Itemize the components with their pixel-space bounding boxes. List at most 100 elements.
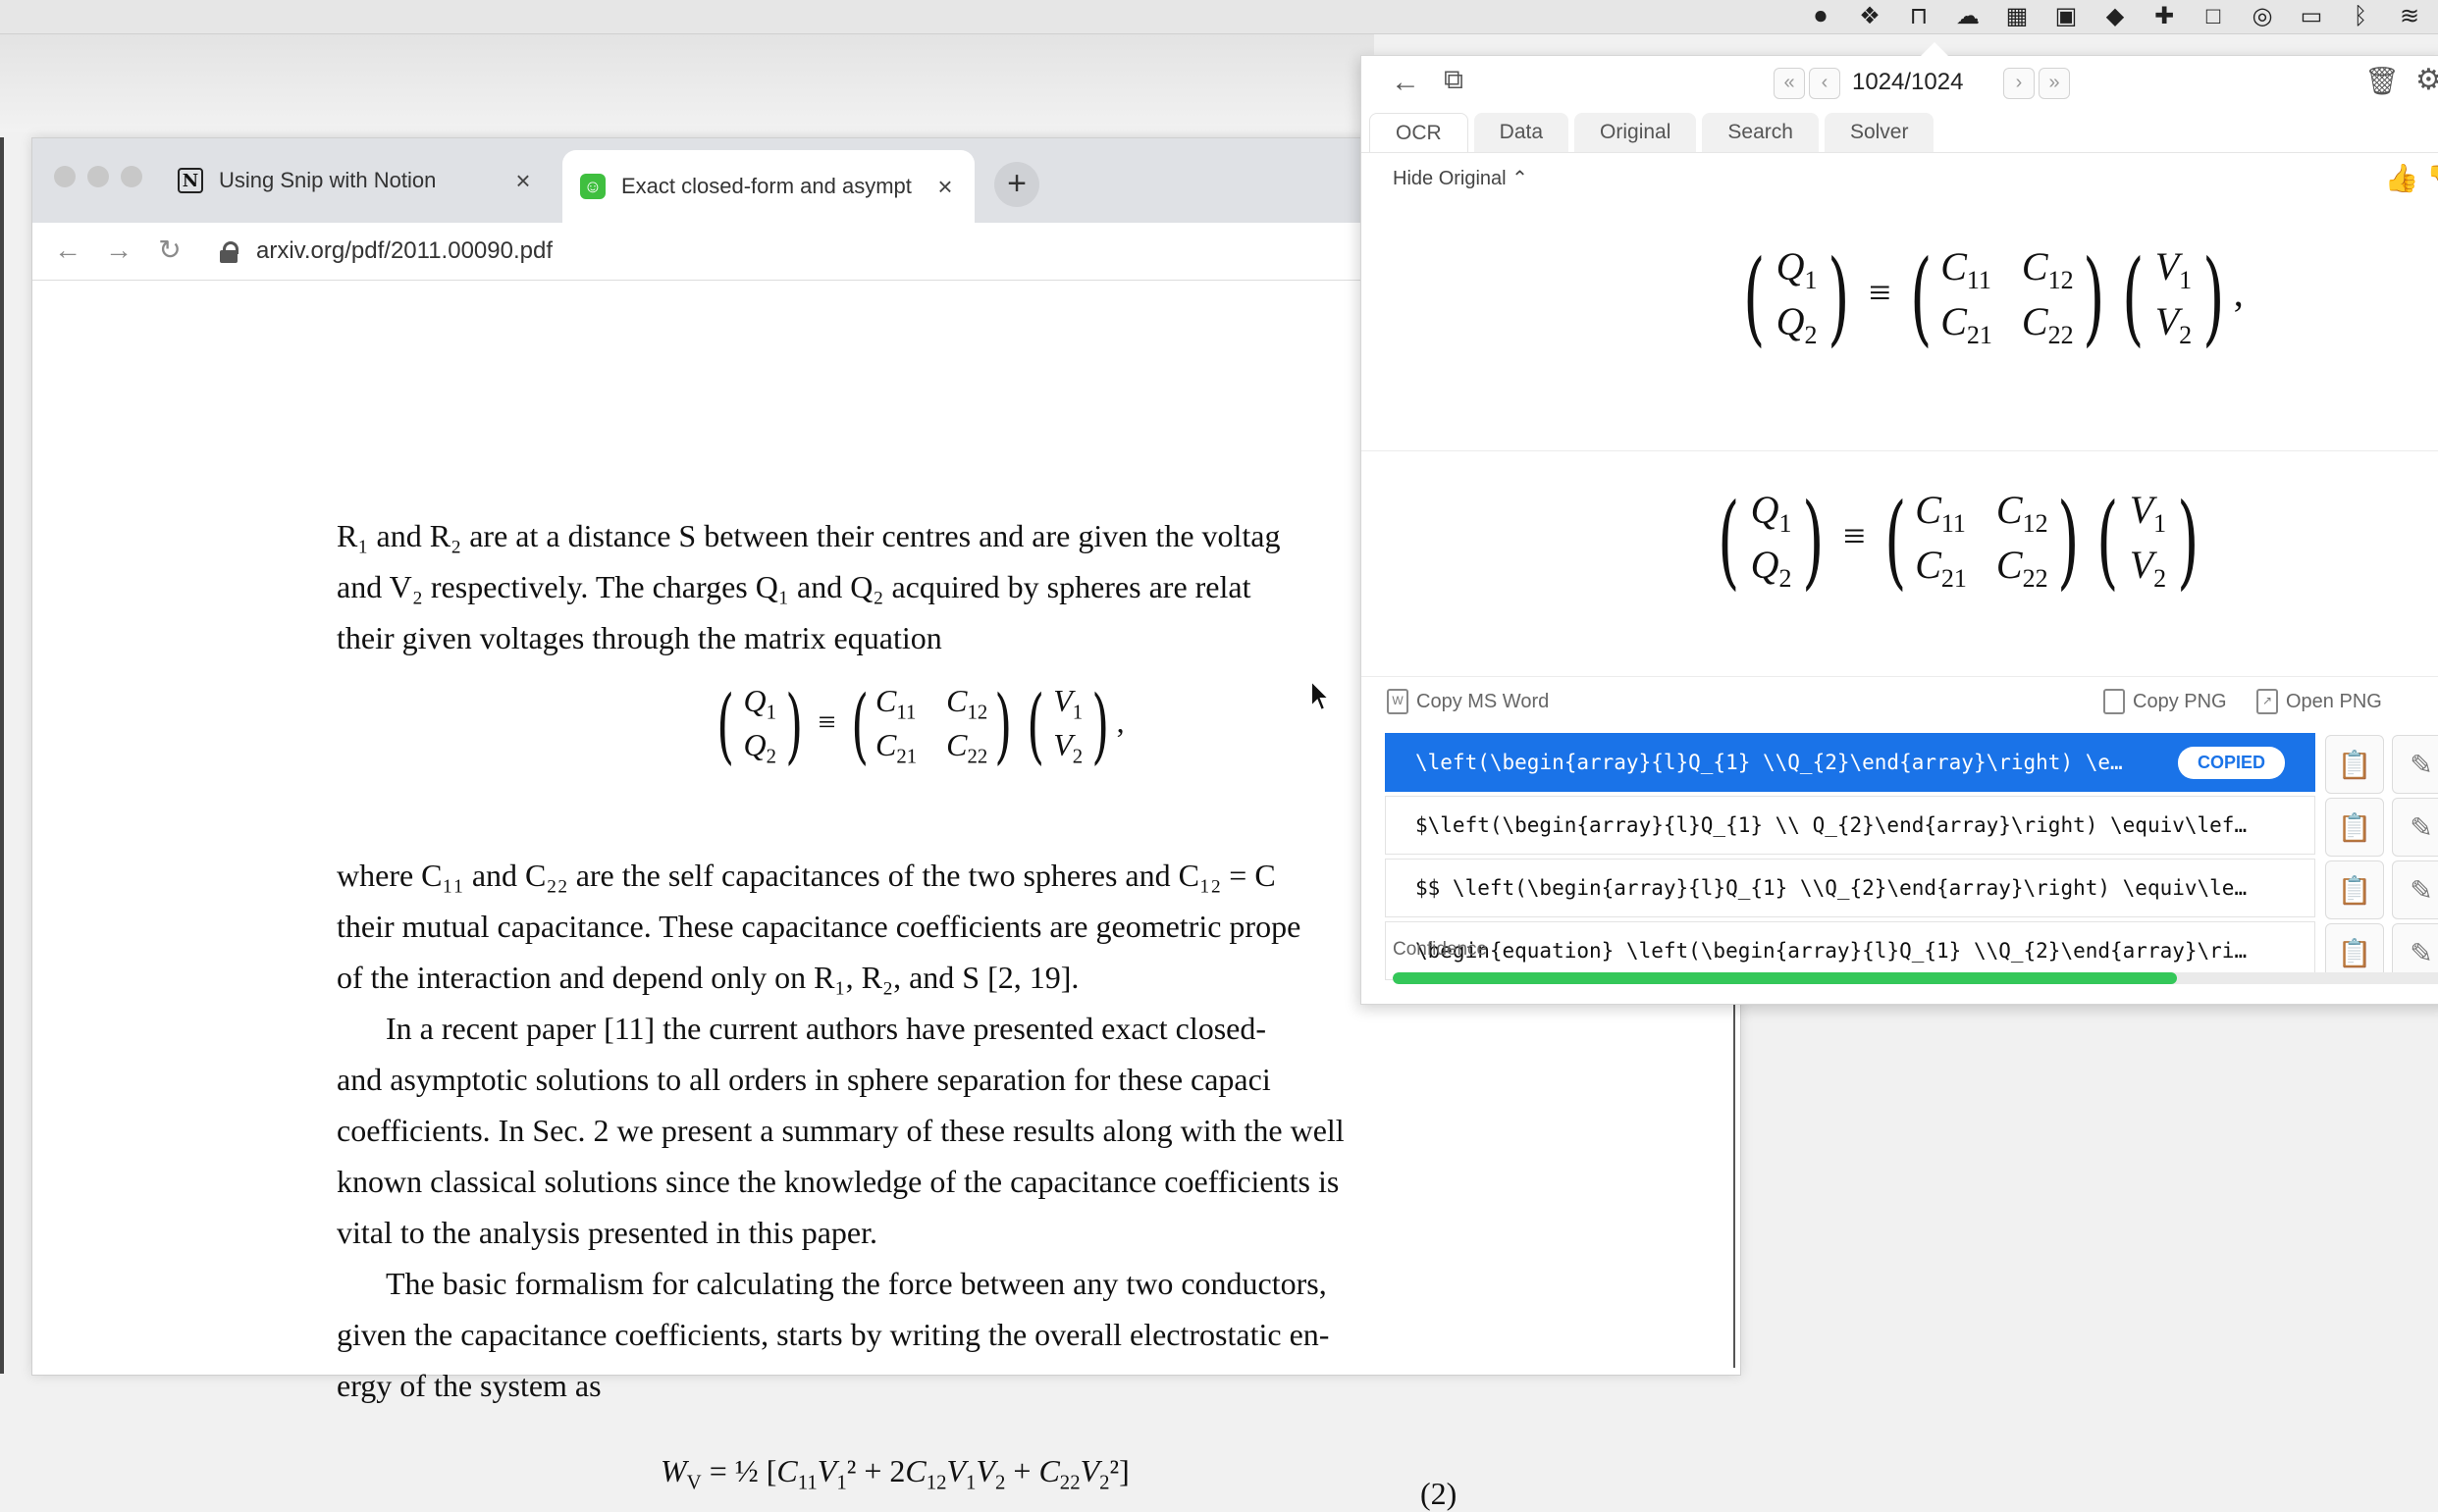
pdf-line: known classical solutions since the know… xyxy=(337,1164,1340,1199)
hide-original-toggle[interactable]: Hide Original ⌃ xyxy=(1393,166,1528,190)
first-page-button[interactable]: « xyxy=(1774,68,1805,99)
record-icon[interactable]: ⏺ xyxy=(1806,3,1835,30)
creative-cloud-icon[interactable]: ☁ xyxy=(1953,3,1983,30)
crop-icon[interactable]: ⧉ xyxy=(1444,66,1463,93)
result-row[interactable]: $\left(\begin{array}{l}Q_{1} \\ Q_{2}\en… xyxy=(1385,796,2315,855)
edit-icon[interactable]: ✎ xyxy=(2392,735,2438,794)
copy-icon[interactable]: 📋 xyxy=(2325,798,2384,857)
pdf-line: coefficients. In Sec. 2 we present a sum… xyxy=(337,1113,1345,1148)
page-border xyxy=(1733,1001,1735,1368)
confidence-label: Confidence xyxy=(1393,939,1488,960)
result-text: $$ \left(\begin{array}{l}Q_{1} \\Q_{2}\e… xyxy=(1415,876,2248,900)
result-row[interactable]: \left(\begin{array}{l}Q_{1} \\Q_{2}\end{… xyxy=(1385,733,2315,792)
export-actions: W Copy MS Word Copy PNG ↗ Open PNG xyxy=(1361,676,2438,724)
tab-data[interactable]: Data xyxy=(1473,113,1569,152)
window-icon[interactable]: □ xyxy=(2199,3,2228,30)
close-window-button[interactable] xyxy=(54,166,76,187)
lock-icon xyxy=(219,241,238,263)
tab-close-icon[interactable]: × xyxy=(933,172,957,202)
pdf-line: of the interaction and depend only on R₁… xyxy=(337,960,1080,995)
result-row[interactable]: \begin{equation} \left(\begin{array}{l}Q… xyxy=(1385,921,2315,980)
thumbs-up-icon[interactable]: 👍 xyxy=(2384,163,2418,193)
circle-app-icon[interactable]: ◎ xyxy=(2248,3,2277,30)
pdf-line: R₁ and R₂ are at a distance S between th… xyxy=(337,518,1281,553)
thumbs-down-icon[interactable]: 👎 xyxy=(2426,163,2438,193)
back-arrow-icon[interactable]: ← xyxy=(1391,68,1420,97)
gear-icon[interactable]: ⚙ xyxy=(2415,66,2438,95)
window-edge xyxy=(0,137,4,1374)
last-page-button[interactable]: » xyxy=(2039,68,2070,99)
tab-using-snip-with-notion[interactable]: N Using Snip with Notion × xyxy=(160,150,553,211)
hide-original-label: Hide Original xyxy=(1393,168,1507,189)
pdf-line: The basic formalism for calculating the … xyxy=(386,1266,1327,1301)
pdf-line: ergy of the system as xyxy=(337,1368,602,1403)
plus-app-icon[interactable]: ✚ xyxy=(2149,3,2179,30)
minimize-window-button[interactable] xyxy=(87,166,109,187)
tab-close-icon[interactable]: × xyxy=(511,166,535,196)
snip-toolbar: ← ⧉ « ‹ 1024/1024 › » 🗑 ⚙ xyxy=(1361,56,2438,109)
tab-original[interactable]: Original xyxy=(1574,113,1697,152)
trash-icon[interactable]: 🗑 xyxy=(2364,68,2400,95)
open-png-button[interactable]: ↗ Open PNG xyxy=(2256,689,2382,714)
next-page-button[interactable]: › xyxy=(2003,68,2035,99)
snip-menubar-icon[interactable]: ⊓ xyxy=(1904,3,1934,30)
tab-label: Exact closed-form and asympt xyxy=(621,174,912,198)
back-icon[interactable]: ← xyxy=(48,231,87,270)
copy-png-label: Copy PNG xyxy=(2133,690,2227,712)
original-equation-image: (Q1 Q2) ≡ (C11 C12 C21 C22)(V1 V2), xyxy=(1743,236,2244,357)
new-tab-button[interactable]: + xyxy=(994,162,1039,207)
desktop-background xyxy=(0,34,1374,132)
zoom-window-button[interactable] xyxy=(121,166,142,187)
notion-icon: N xyxy=(178,168,203,193)
rendered-latex-preview: (Q1 Q2) ≡ (C11 C12 C21 C22)(V1 V2) xyxy=(1361,450,2438,676)
tab-exact-closed-form[interactable]: ☺ Exact closed-form and asympt × xyxy=(562,150,975,223)
result-text: \left(\begin{array}{l}Q_{1} \\Q_{2}\end{… xyxy=(1415,751,2123,774)
grid-app-icon[interactable]: ▦ xyxy=(2002,3,2032,30)
menu-bar: ⏺ ❖ ⊓ ☁ ▦ ▣ ◆ ✚ □ ◎ ▭ ᛒ ≋ xyxy=(0,0,2438,34)
result-text: \begin{equation} \left(\begin{array}{l}Q… xyxy=(1415,939,2248,963)
pdf-line: their mutual capacitance. These capacita… xyxy=(337,909,1301,944)
copy-ms-word-label: Copy MS Word xyxy=(1416,690,1550,712)
forward-icon[interactable]: → xyxy=(99,231,138,270)
tab-search[interactable]: Search xyxy=(1702,113,1819,152)
snip-favicon: ☺ xyxy=(580,174,606,199)
open-png-label: Open PNG xyxy=(2286,690,2382,712)
calendar-icon[interactable]: ▣ xyxy=(2051,3,2081,30)
pdf-line: where C₁₁ and C₂₂ are the self capacitan… xyxy=(337,858,1276,893)
confidence-fill xyxy=(1393,972,2178,984)
original-image-preview: (Q1 Q2) ≡ (C11 C12 C21 C22)(V1 V2), xyxy=(1361,203,2438,451)
url-text: arxiv.org/pdf/2011.00090.pdf xyxy=(256,237,553,264)
result-row[interactable]: $$ \left(\begin{array}{l}Q_{1} \\Q_{2}\e… xyxy=(1385,859,2315,917)
snip-panel: ← ⧉ « ‹ 1024/1024 › » 🗑 ⚙ OCR Data Origi… xyxy=(1360,42,2438,1005)
vpn-icon[interactable]: ◆ xyxy=(2100,3,2130,30)
edit-icon[interactable]: ✎ xyxy=(2392,860,2438,919)
panel-pointer xyxy=(1921,42,1948,56)
pdf-energy-equation: WV = ½ [C11V1² + 2C12V1V2 + C22V2²] xyxy=(661,1453,1130,1494)
tab-label: Using Snip with Notion xyxy=(219,168,437,192)
result-text: $\left(\begin{array}{l}Q_{1} \\ Q_{2}\en… xyxy=(1415,813,2248,837)
equation-number: (2) xyxy=(1420,1476,1458,1511)
pdf-line: In a recent paper [11] the current autho… xyxy=(386,1011,1267,1046)
feedback-buttons: 👍 👎 xyxy=(2384,162,2438,194)
copy-png-button[interactable]: Copy PNG xyxy=(2103,689,2227,714)
clipboard-icon xyxy=(2103,689,2125,714)
airplay-icon[interactable]: ▭ xyxy=(2297,3,2326,30)
copy-ms-word-button[interactable]: W Copy MS Word xyxy=(1387,689,1549,714)
reload-icon[interactable]: ↻ xyxy=(150,231,189,270)
previous-page-button[interactable]: ‹ xyxy=(1809,68,1840,99)
bluetooth-icon[interactable]: ᛒ xyxy=(2346,3,2375,30)
copy-icon[interactable]: 📋 xyxy=(2325,860,2384,919)
rendered-equation: (Q1 Q2) ≡ (C11 C12 C21 C22)(V1 V2) xyxy=(1718,480,2200,600)
pdf-line: vital to the analysis presented in this … xyxy=(337,1215,877,1250)
edit-icon[interactable]: ✎ xyxy=(2392,798,2438,857)
snip-tabs: OCR Data Original Search Solver xyxy=(1369,113,1934,153)
status-tray: ⏺ ❖ ⊓ ☁ ▦ ▣ ◆ ✚ □ ◎ ▭ ᛒ ≋ xyxy=(1806,0,2438,33)
tab-ocr[interactable]: OCR xyxy=(1369,113,1468,153)
pdf-line: given the capacitance coefficients, star… xyxy=(337,1317,1330,1352)
dropbox-icon[interactable]: ❖ xyxy=(1855,3,1884,30)
copy-icon[interactable]: 📋 xyxy=(2325,735,2384,794)
tab-solver[interactable]: Solver xyxy=(1824,113,1934,152)
wifi-icon[interactable]: ≋ xyxy=(2395,3,2424,30)
word-icon: W xyxy=(1387,689,1408,714)
tab-divider xyxy=(1361,152,2438,153)
